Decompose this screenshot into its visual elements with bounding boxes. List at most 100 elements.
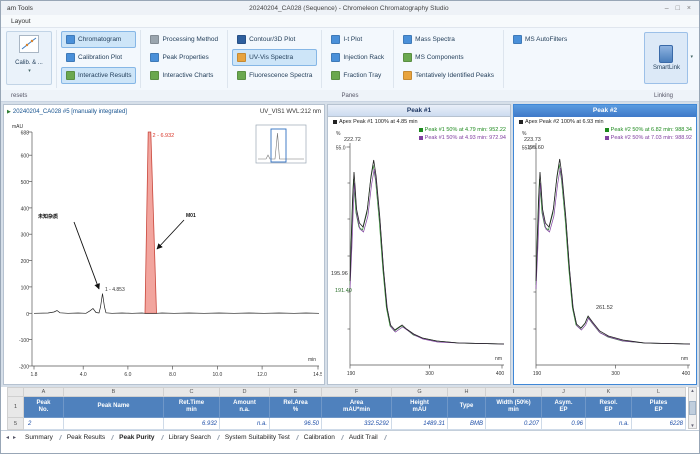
scroll-down-icon[interactable]: ▼ xyxy=(690,423,694,428)
contour-3d-plot-icon xyxy=(237,35,246,44)
column-letter[interactable]: L xyxy=(632,388,686,397)
mass-spectra-icon xyxy=(403,35,412,44)
header-cell[interactable]: Asym.EP xyxy=(542,397,586,418)
peak2-spectrum-plot[interactable]: % 55.0 190 300 400 nm 223.73 195.60 261.… xyxy=(514,117,698,384)
header-cell[interactable]: Resol.EP xyxy=(586,397,632,418)
tab-audit-trail[interactable]: Audit Trail xyxy=(342,434,385,441)
cell-resol[interactable]: n.a. xyxy=(586,418,632,430)
header-cell[interactable]: AreamAU*min xyxy=(322,397,392,418)
row-number[interactable]: 5 xyxy=(8,418,24,430)
ribbon-button-ms-autofilters[interactable]: MS AutoFilters xyxy=(508,31,572,48)
tab-system-suitability-test[interactable]: System Suitability Test xyxy=(218,434,297,441)
header-cell[interactable]: Ret.Timemin xyxy=(164,397,220,418)
ribbon-button-uv-vis-spectra[interactable]: UV-Vis Spectra xyxy=(232,49,317,66)
header-cell[interactable]: Width (50%)min xyxy=(486,397,542,418)
column-letter[interactable]: D xyxy=(220,388,270,397)
ribbon-button-mass-spectra[interactable]: Mass Spectra xyxy=(398,31,499,48)
tab-library-search[interactable]: Library Search xyxy=(162,434,218,441)
cell-ret-time[interactable]: 6.932 xyxy=(164,418,220,430)
header-cell[interactable]: PlatesEP xyxy=(632,397,686,418)
peak1-spectrum-50-right xyxy=(350,169,504,344)
ribbon-button-fraction-tray[interactable]: Fraction Tray xyxy=(326,67,389,84)
header-cell[interactable]: HeightmAU xyxy=(392,397,448,418)
header-cell[interactable]: Rel.Area% xyxy=(270,397,322,418)
column-letter[interactable]: H xyxy=(448,388,486,397)
column-letter[interactable]: K xyxy=(586,388,632,397)
column-letter[interactable]: A xyxy=(24,388,64,397)
ribbon-button-chromatogram[interactable]: Chromatogram xyxy=(61,31,136,48)
calibration-presets-button[interactable]: Calib. & ... ▾ xyxy=(6,31,52,85)
ribbon-button-calibration-plot[interactable]: Calibration Plot xyxy=(61,49,136,66)
cell-asym[interactable]: 0.96 xyxy=(542,418,586,430)
cell-area[interactable]: 332.5292 xyxy=(322,418,392,430)
peak1-spectrum-50-left xyxy=(350,165,504,344)
ribbon-button-interactive-results[interactable]: Interactive Results xyxy=(61,67,136,84)
ribbon-button-contour-3d-plot[interactable]: Contour/3D Plot xyxy=(232,31,317,48)
ribbon-button-fluorescence-spectra[interactable]: Fluorescence Spectra xyxy=(232,67,317,84)
cell-type[interactable]: BMB xyxy=(448,418,486,430)
ribbon-button-interactive-charts[interactable]: Interactive Charts xyxy=(145,67,223,84)
cell-height[interactable]: 1489.31 xyxy=(392,418,448,430)
cell-plates[interactable]: 6228 xyxy=(632,418,686,430)
peak1-panel-header[interactable]: Peak #1 xyxy=(328,105,510,117)
column-letter[interactable]: B xyxy=(64,388,164,397)
svg-text:400: 400 xyxy=(496,371,505,377)
cell-peak-no[interactable]: 2 xyxy=(24,418,64,430)
tab-peak-results[interactable]: Peak Results xyxy=(60,434,112,441)
ribbon-button-tentatively-identified-peaks[interactable]: Tentatively Identified Peaks xyxy=(398,67,499,84)
ribbon-button-it-plot[interactable]: I-t Plot xyxy=(326,31,389,48)
minimize-button-icon[interactable]: – xyxy=(665,5,669,12)
maximize-button-icon[interactable]: □ xyxy=(676,5,680,12)
header-cell[interactable]: Amountn.a. xyxy=(220,397,270,418)
column-letter[interactable]: J xyxy=(542,388,586,397)
tab-calibration[interactable]: Calibration xyxy=(297,434,342,441)
column-letter[interactable]: C xyxy=(164,388,220,397)
ribbon-group-views-1: Chromatogram Calibration Plot Interactiv… xyxy=(60,30,141,88)
cell-width[interactable]: 0.207 xyxy=(486,418,542,430)
svg-text:600: 600 xyxy=(21,154,30,160)
close-button-icon[interactable]: × xyxy=(687,5,691,12)
column-letter[interactable]: G xyxy=(392,388,448,397)
zoom-overview-inset[interactable] xyxy=(256,125,306,163)
ribbon-button-peak-properties[interactable]: Peak Properties xyxy=(145,49,223,66)
tab-summary[interactable]: Summary xyxy=(18,434,60,441)
column-letter[interactable]: F xyxy=(322,388,392,397)
ribbon-button-injection-rack[interactable]: Injection Rack xyxy=(326,49,389,66)
row-number[interactable]: 1 xyxy=(8,397,24,418)
scroll-up-icon[interactable]: ▲ xyxy=(690,388,694,393)
column-letter[interactable]: E xyxy=(270,388,322,397)
header-cell[interactable]: Peak Name xyxy=(64,397,164,418)
header-cell[interactable]: Type xyxy=(448,397,486,418)
peak2-panel-header[interactable]: Peak #2 xyxy=(514,105,696,117)
cell-amount[interactable]: n.a. xyxy=(220,418,270,430)
chromatogram-plot[interactable]: mAU 688 600 500 400 300 200 100 0 -100 -… xyxy=(4,118,322,384)
main-peak-shape[interactable] xyxy=(145,132,157,313)
context-tab[interactable]: am Tools xyxy=(5,5,33,12)
cell-rel-area[interactable]: 96.50 xyxy=(270,418,322,430)
svg-text:190: 190 xyxy=(347,371,356,377)
ribbon-button-label: Interactive Charts xyxy=(162,72,213,79)
header-cell[interactable]: PeakNo. xyxy=(24,397,64,418)
ribbon-button-ms-components[interactable]: MS Components xyxy=(398,49,499,66)
tab-scroll-right-icon[interactable]: ▸ xyxy=(11,434,18,441)
tab-scroll-left-icon[interactable]: ◂ xyxy=(4,434,11,441)
svg-text:-200: -200 xyxy=(19,365,29,371)
ribbon-button-label: Tentatively Identified Peaks xyxy=(415,72,494,79)
svg-text:190: 190 xyxy=(533,371,542,377)
smartlink-dropdown-icon[interactable]: ▾ xyxy=(690,32,693,60)
table-scrollbar[interactable]: ▲ ▼ xyxy=(688,387,697,429)
menu-layout[interactable]: Layout xyxy=(11,18,31,25)
ribbon-button-processing-method[interactable]: Processing Method xyxy=(145,31,223,48)
menubar: Layout xyxy=(1,15,699,28)
ribbon-button-label: Fraction Tray xyxy=(343,72,381,79)
tab-peak-purity[interactable]: Peak Purity xyxy=(112,434,161,441)
peak1-spectrum-plot[interactable]: % 55.0 190 300 400 nm 222.72 195.96 191.… xyxy=(328,117,512,384)
svg-text:10.0: 10.0 xyxy=(213,372,223,378)
column-letter[interactable]: I xyxy=(486,388,542,397)
cell-peak-name[interactable] xyxy=(64,418,164,430)
smartlink-button[interactable]: SmartLink xyxy=(644,32,688,84)
group-label-linking: Linking xyxy=(654,93,673,99)
scrollbar-thumb[interactable] xyxy=(689,401,696,415)
impurity-peak-label: 1 - 4.853 xyxy=(105,287,125,293)
peak1-apex-legend: Apex Peak #1 100% at 4.85 min xyxy=(333,119,418,125)
